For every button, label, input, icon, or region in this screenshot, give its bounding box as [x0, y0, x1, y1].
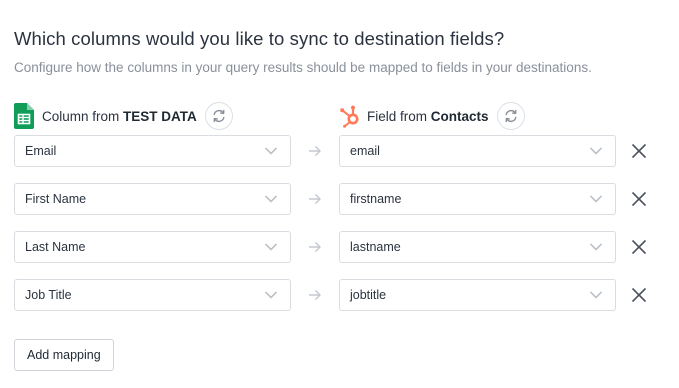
mapping-row: Job Title jobtitle	[14, 279, 679, 327]
sync-mapping-panel: Which columns would you like to sync to …	[0, 0, 679, 388]
destination-field-select[interactable]: lastname	[339, 231, 616, 263]
mapping-row: Email email	[14, 135, 679, 183]
refresh-icon	[213, 109, 225, 123]
chevron-down-icon	[589, 243, 603, 251]
chevron-down-icon	[589, 147, 603, 155]
source-column-select[interactable]: Job Title	[14, 279, 291, 311]
destination-object-name: Contacts	[430, 108, 489, 124]
chevron-down-icon	[264, 147, 278, 155]
add-mapping-button[interactable]: Add mapping	[14, 339, 114, 371]
page-subtitle: Configure how the columns in your query …	[14, 60, 592, 75]
destination-field-select[interactable]: jobtitle	[339, 279, 616, 311]
chevron-down-icon	[264, 291, 278, 299]
source-column-value: First Name	[25, 192, 87, 206]
arrow-right-icon	[309, 194, 321, 204]
mapping-row: First Name firstname	[14, 183, 679, 231]
remove-mapping-icon[interactable]	[630, 286, 648, 304]
remove-mapping-icon[interactable]	[630, 190, 648, 208]
chevron-down-icon	[589, 291, 603, 299]
remove-mapping-icon[interactable]	[630, 238, 648, 256]
source-column-value: Job Title	[25, 288, 72, 302]
remove-mapping-icon[interactable]	[630, 142, 648, 160]
source-column-value: Email	[25, 144, 57, 158]
hubspot-icon	[340, 105, 359, 128]
chevron-down-icon	[589, 195, 603, 203]
google-sheets-icon	[14, 103, 34, 129]
chevron-down-icon	[264, 195, 278, 203]
arrow-right-icon	[309, 290, 321, 300]
refresh-source-button[interactable]	[204, 102, 233, 130]
arrow-right-icon	[309, 242, 321, 252]
source-label-prefix: Column from	[42, 108, 120, 124]
destination-field-select[interactable]: firstname	[339, 183, 616, 215]
mapping-row: Last Name lastname	[14, 231, 679, 279]
source-column-select[interactable]: First Name	[14, 183, 291, 215]
destination-field-value: jobtitle	[350, 288, 387, 302]
destination-label-prefix: Field from	[367, 108, 428, 124]
source-column-select[interactable]: Last Name	[14, 231, 291, 263]
page-title: Which columns would you like to sync to …	[14, 28, 505, 49]
chevron-down-icon	[264, 243, 278, 251]
source-column-select[interactable]: Email	[14, 135, 291, 167]
mapping-rows: Email email First Name firstname Last Na…	[14, 135, 679, 327]
refresh-icon	[505, 109, 517, 123]
destination-field-select[interactable]: email	[339, 135, 616, 167]
source-column-value: Last Name	[25, 240, 86, 254]
destination-column-header: Field from Contacts	[339, 101, 525, 131]
column-headers: Column from TEST DATA Field from Contact…	[14, 101, 679, 135]
refresh-destination-button[interactable]	[496, 102, 525, 130]
destination-field-value: lastname	[350, 240, 401, 254]
destination-field-value: firstname	[350, 192, 402, 206]
arrow-right-icon	[309, 146, 321, 156]
source-column-header: Column from TEST DATA	[14, 101, 233, 131]
destination-field-value: email	[350, 144, 380, 158]
destination-column-label: Field from Contacts	[367, 109, 489, 124]
source-name: TEST DATA	[123, 108, 197, 124]
source-column-label: Column from TEST DATA	[42, 109, 197, 124]
